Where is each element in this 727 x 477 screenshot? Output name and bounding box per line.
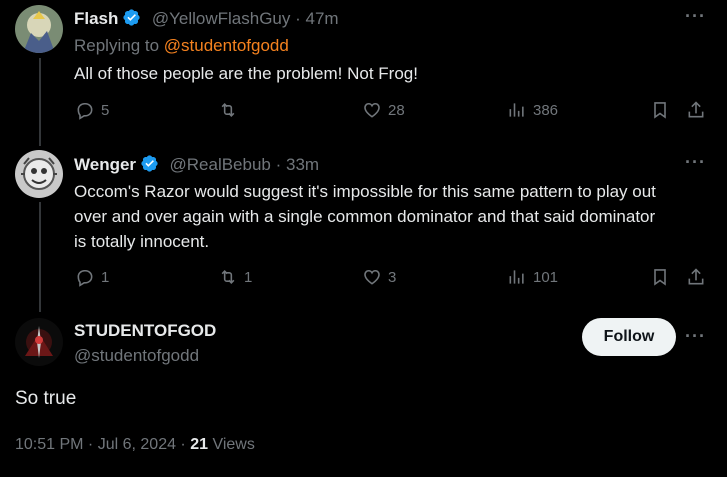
thread-line-2 — [39, 202, 41, 312]
thread-line-1 — [39, 58, 41, 146]
main-post-text: So true — [15, 388, 77, 409]
avatar-studentofgod[interactable] — [15, 318, 63, 366]
like-button[interactable]: 3 — [362, 267, 396, 287]
reply1-text: All of those people are the problem! Not… — [74, 64, 418, 83]
share-icon — [688, 101, 704, 118]
timestamp[interactable]: 33m — [286, 155, 319, 174]
reply-count: 1 — [101, 268, 110, 286]
more-options-icon[interactable]: ··· — [685, 6, 706, 27]
timestamp[interactable]: 47m — [306, 9, 339, 28]
reply2-text: Occom's Razor would suggest it's impossi… — [74, 179, 719, 254]
views-button[interactable]: 386 — [507, 100, 558, 120]
handle[interactable]: @YellowFlashGuy — [152, 9, 291, 28]
separator: · — [290, 9, 306, 28]
replying-prefix: Replying to — [74, 36, 160, 55]
more-options-icon[interactable]: ··· — [685, 326, 706, 347]
more-options-icon[interactable]: ··· — [685, 152, 706, 173]
reply2-text-line: over and over again with a single common… — [74, 207, 656, 226]
repost-icon — [221, 270, 235, 284]
reply-count: 5 — [101, 101, 110, 119]
heart-icon — [364, 102, 380, 118]
bookmark-button[interactable] — [650, 267, 670, 287]
repost-count: 1 — [244, 268, 253, 286]
handle[interactable]: @studentofgodd — [74, 346, 199, 366]
replying-to-mention[interactable]: @studentofgodd — [164, 36, 289, 55]
views-count: 386 — [533, 101, 559, 119]
reply2-text-line: is totally innocent. — [74, 232, 210, 251]
views-label: Views — [208, 436, 255, 453]
bookmark-button[interactable] — [650, 100, 670, 120]
bookmark-icon — [654, 269, 666, 286]
display-name[interactable]: STUDENTOFGOD — [74, 321, 216, 341]
reply-button[interactable]: 1 — [75, 267, 109, 287]
reply1-header: Flash @YellowFlashGuy · 47m — [74, 8, 339, 29]
share-icon — [688, 268, 704, 285]
repost-button[interactable]: 1 — [218, 267, 252, 287]
reply2-header: Wenger @RealBebub · 33m — [74, 154, 319, 175]
views-count: 21 — [190, 436, 208, 453]
reply-icon — [77, 102, 93, 120]
bookmark-icon — [654, 102, 666, 119]
like-count: 3 — [388, 268, 397, 286]
views-count: 101 — [533, 268, 559, 286]
reply2-text-line: Occom's Razor would suggest it's impossi… — [74, 182, 656, 201]
like-button[interactable]: 28 — [362, 100, 405, 120]
follow-button[interactable]: Follow — [582, 318, 676, 356]
share-button[interactable] — [686, 100, 706, 120]
like-count: 28 — [388, 101, 405, 119]
avatar-wenger[interactable] — [15, 150, 63, 198]
repost-button[interactable] — [218, 100, 244, 120]
avatar-flash[interactable] — [15, 5, 63, 53]
verified-badge-icon — [123, 9, 141, 26]
replying-to: Replying to @studentofgodd — [74, 36, 289, 56]
views-button[interactable]: 101 — [507, 267, 558, 287]
repost-icon — [221, 103, 235, 117]
post-metadata: 10:51 PM · Jul 6, 2024 · 21 Views — [15, 436, 255, 454]
display-name[interactable]: Flash — [74, 9, 118, 28]
post-timestamp[interactable]: 10:51 PM · Jul 6, 2024 · — [15, 436, 190, 453]
reply-icon — [77, 269, 93, 287]
separator: · — [270, 155, 286, 174]
share-button[interactable] — [686, 267, 706, 287]
verified-badge-icon — [141, 155, 158, 172]
handle[interactable]: @RealBebub — [170, 155, 271, 174]
heart-icon — [364, 269, 380, 285]
reply-button[interactable]: 5 — [75, 100, 109, 120]
analytics-icon — [509, 103, 524, 117]
analytics-icon — [509, 270, 524, 284]
display-name[interactable]: Wenger — [74, 155, 136, 174]
